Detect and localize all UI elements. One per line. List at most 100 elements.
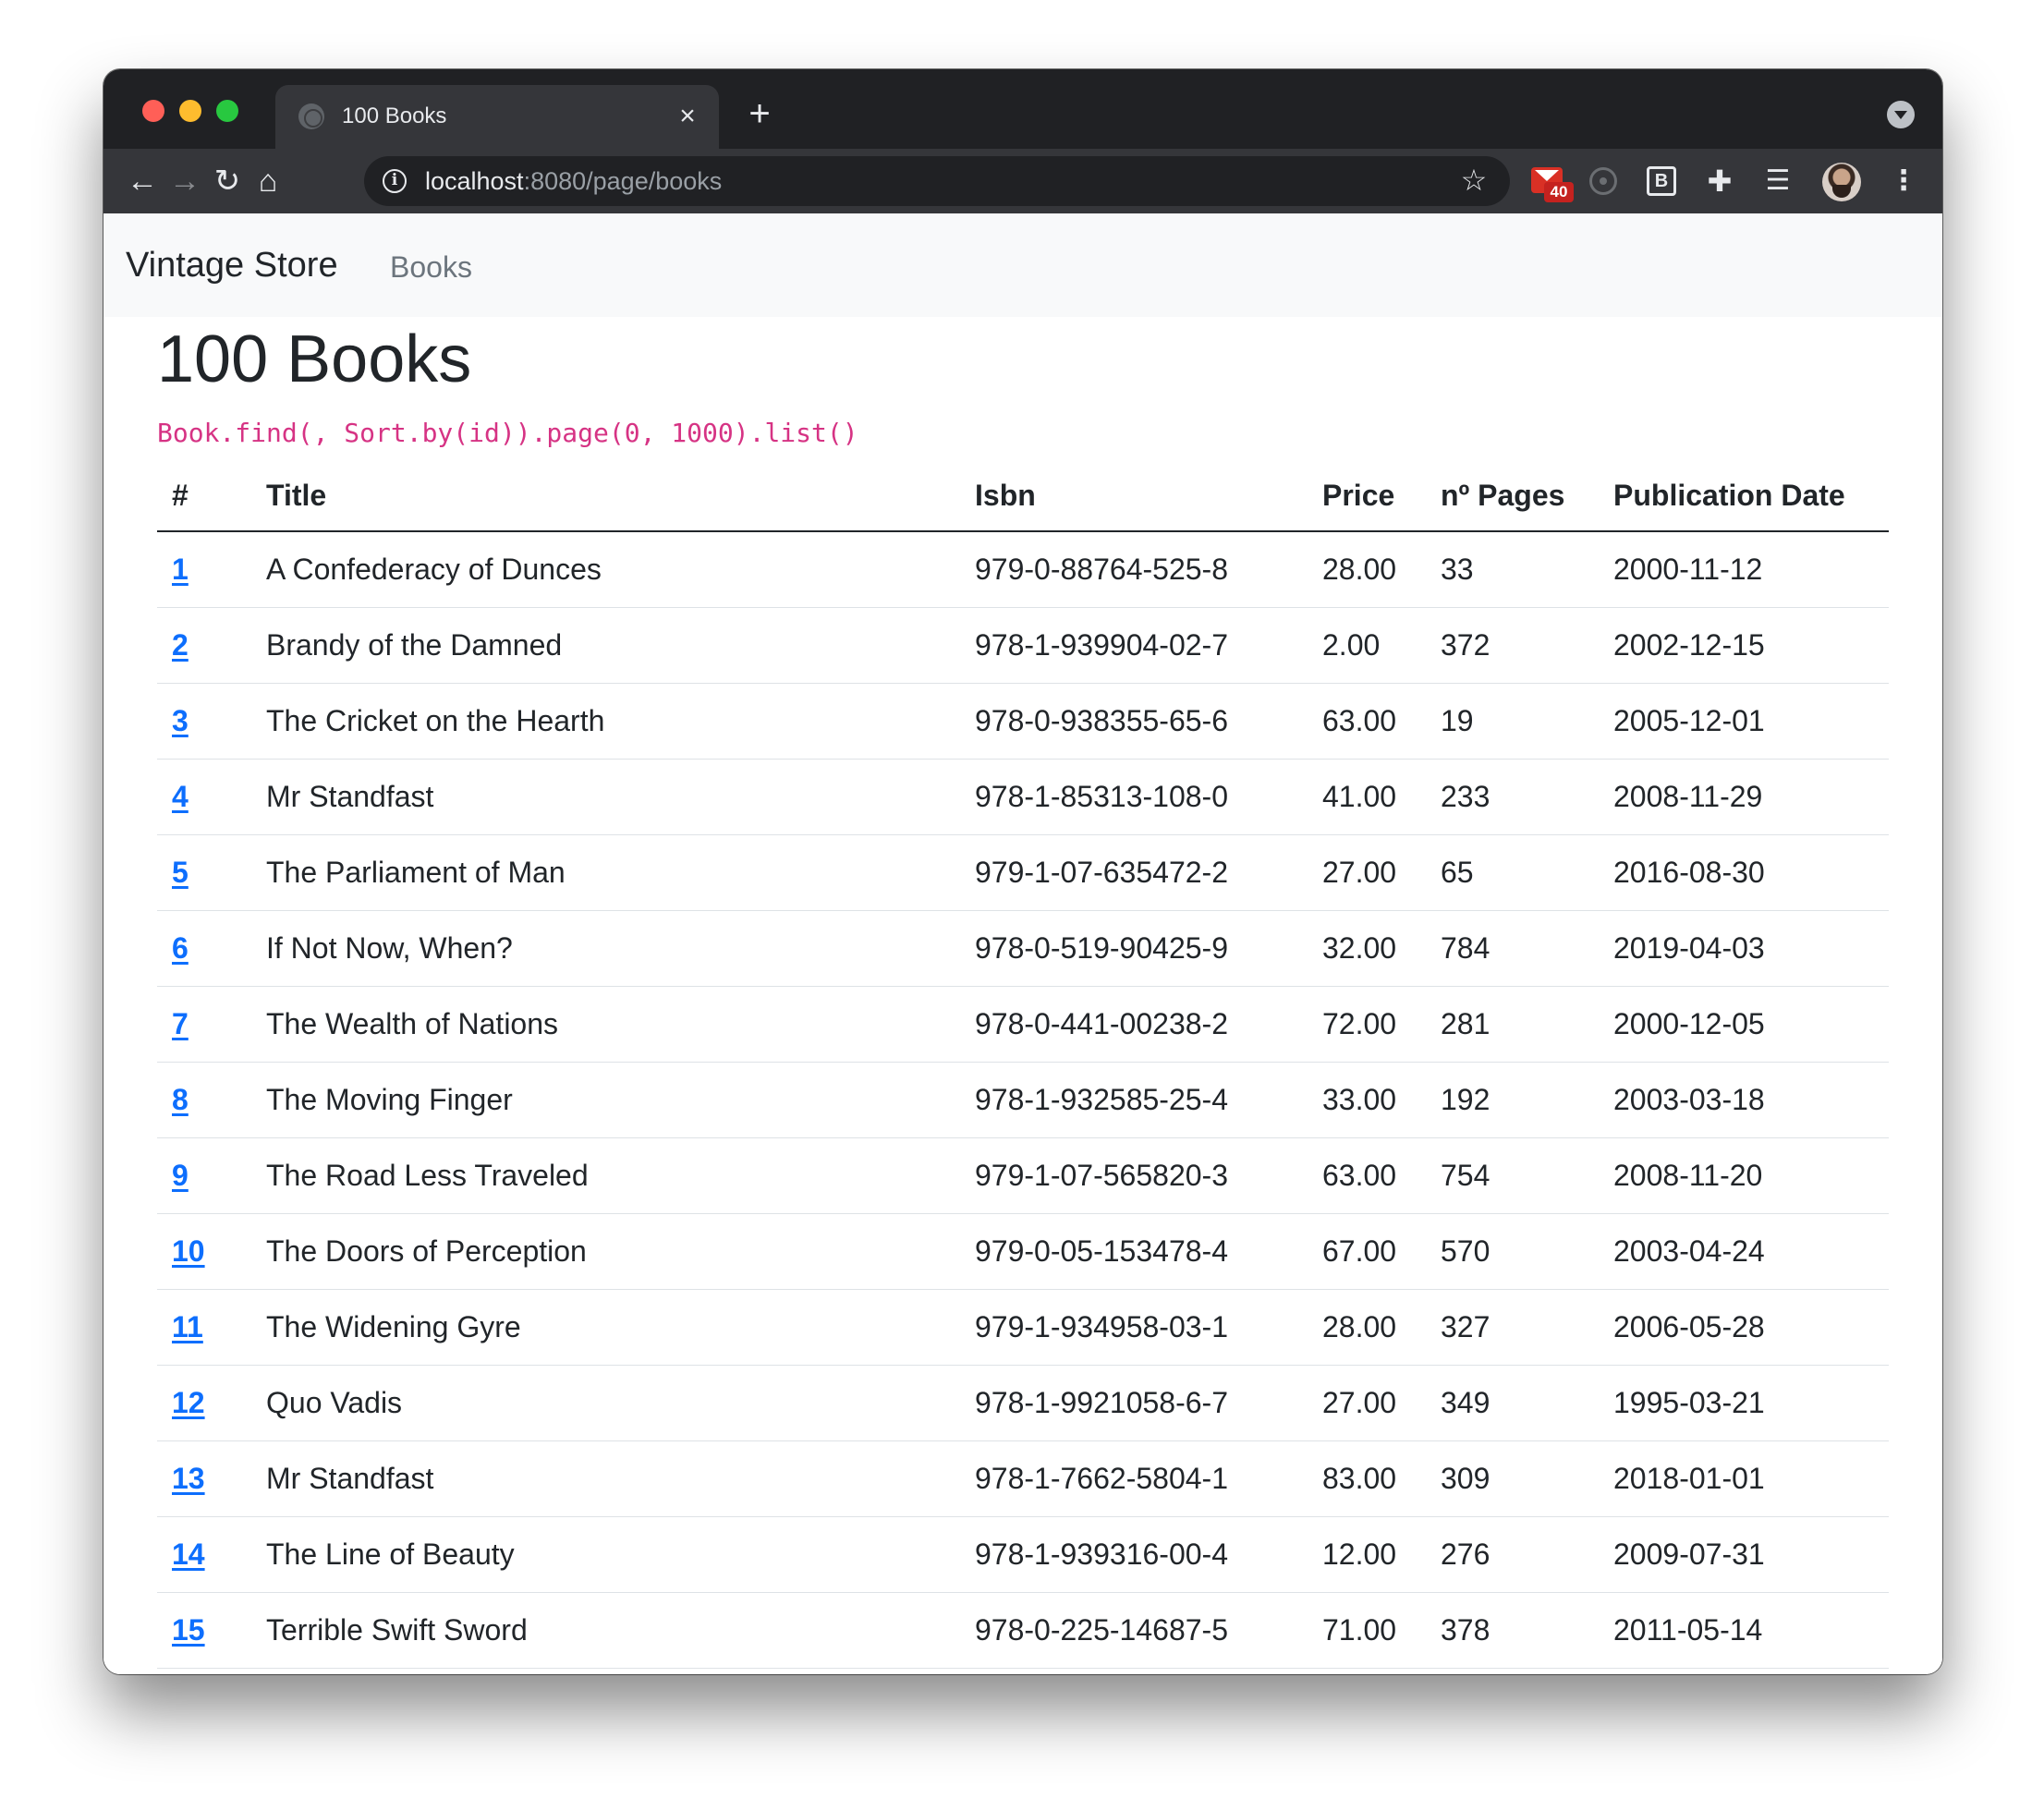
cell-pages: 233 [1426,759,1599,835]
cell-isbn: 978-1-85313-108-0 [960,759,1308,835]
cell-id: 9 [157,1137,251,1214]
tab-search-icon[interactable] [1887,101,1915,128]
table-row: 12 Quo Vadis 978-1-9921058-6-7 27.00 349 1995… [157,1365,1889,1441]
cell-id: 4 [157,759,251,835]
book-id-link[interactable]: 1 [172,553,189,586]
bookmark-star-icon[interactable]: ☆ [1458,164,1490,196]
book-id-link[interactable]: 2 [172,628,189,662]
cell-pages: 372 [1426,607,1599,684]
cell-date: 2016-08-30 [1599,834,1889,911]
book-id-link[interactable]: 14 [172,1538,205,1571]
cell-date: 2008-11-29 [1599,759,1889,835]
cell-price: 41.00 [1308,759,1426,835]
table-row: 9 The Road Less Traveled 979-1-07-565820-3… [157,1137,1889,1214]
new-tab-button[interactable]: + [741,95,778,134]
cell-date: 2003-04-24 [1599,1213,1889,1290]
table-row: 7 The Wealth of Nations 978-0-441-00238-2 7… [157,986,1889,1063]
gmail-extension-icon[interactable]: 40 [1531,167,1574,202]
cell-price: 32.00 [1308,910,1426,987]
cell-title: The Line of Beauty [251,1516,960,1593]
cell-date: 2002-12-15 [1599,607,1889,684]
col-header-isbn: Isbn [960,461,1308,532]
book-id-link[interactable]: 11 [172,1310,203,1343]
col-header-price: Price [1308,461,1426,532]
close-tab-icon[interactable]: × [673,102,702,131]
cell-price: 28.00 [1308,531,1426,608]
col-header-id: # [157,461,251,532]
cell-isbn: 979-1-07-565820-3 [960,1137,1308,1214]
book-id-link[interactable]: 7 [172,1007,189,1040]
cell-title: Terrible Swift Sword [251,1592,960,1669]
cell-price: 2.00 [1308,607,1426,684]
avatar[interactable] [1822,163,1861,201]
cell-date: 2000-11-12 [1599,531,1889,608]
cell-id: 14 [157,1516,251,1593]
cell-id: 13 [157,1440,251,1517]
cell-id: 2 [157,607,251,684]
cell-date: 2008-11-20 [1599,1137,1889,1214]
home-icon[interactable]: ⌂ [249,163,286,200]
cell-id: 8 [157,1062,251,1138]
back-arrow-icon[interactable]: ← [124,163,161,200]
table-row: 8 The Moving Finger 978-1-932585-25-4 33.00… [157,1062,1889,1138]
info-icon[interactable]: i [383,169,407,193]
book-id-link[interactable]: 3 [172,704,189,737]
table-row: 1 A Confederacy of Dunces 979-0-88764-525-… [157,531,1889,608]
cell-date: 2009-07-31 [1599,1516,1889,1593]
cell-title: A Confederacy of Dunces [251,531,960,608]
cell-pages: 378 [1426,1592,1599,1669]
cell-isbn: 978-1-939904-02-7 [960,607,1308,684]
cell-pages: 309 [1426,1440,1599,1517]
address-bar[interactable]: i localhost:8080/page/books ☆ [364,156,1510,206]
cell-isbn: 978-0-519-90425-9 [960,910,1308,987]
puzzle-icon[interactable]: ✚ [1704,165,1735,197]
book-id-link[interactable]: 13 [172,1462,205,1495]
book-id-link[interactable]: 6 [172,931,189,965]
media-control-icon[interactable]: ☰ [1760,165,1795,197]
globe-icon [298,103,324,129]
table-row: 13 Mr Standfast 978-1-7662-5804-1 83.00 309 2… [157,1440,1889,1517]
cell-title: The Moving Finger [251,1062,960,1138]
cell-id: 11 [157,1289,251,1366]
forward-arrow-icon[interactable]: → [166,163,203,200]
main-content: 100 Books Book.find(, Sort.by(id)).page(… [157,317,1889,1669]
cell-price: 72.00 [1308,986,1426,1063]
page-viewport: Vintage Store Books 100 Books Book.find(… [103,213,1942,1674]
cell-id: 1 [157,531,251,608]
cell-id: 7 [157,986,251,1063]
cell-title: The Cricket on the Hearth [251,683,960,760]
book-id-link[interactable]: 8 [172,1083,189,1116]
browser-window: 100 Books × + ← → ↻ ⌂ i localhost:8080/p… [103,69,1942,1674]
cell-title: Quo Vadis [251,1365,960,1441]
cell-title: Brandy of the Damned [251,607,960,684]
book-id-link[interactable]: 5 [172,856,189,889]
book-id-link[interactable]: 15 [172,1613,205,1647]
cell-pages: 33 [1426,531,1599,608]
cell-pages: 65 [1426,834,1599,911]
reload-icon[interactable]: ↻ [209,163,246,200]
cell-isbn: 979-0-88764-525-8 [960,531,1308,608]
book-id-link[interactable]: 10 [172,1234,205,1268]
cell-isbn: 978-1-7662-5804-1 [960,1440,1308,1517]
sync-extension-icon[interactable] [1589,167,1617,195]
b-extension-icon[interactable]: B [1647,166,1676,196]
minimize-window-button[interactable] [179,100,201,122]
navbar-brand[interactable]: Vintage Store [126,245,338,286]
cell-pages: 276 [1426,1516,1599,1593]
cell-pages: 327 [1426,1289,1599,1366]
cell-pages: 19 [1426,683,1599,760]
url-text[interactable]: localhost:8080/page/books [425,166,722,196]
nav-link-books[interactable]: Books [390,249,472,286]
cell-title: If Not Now, When? [251,910,960,987]
tab-title: 100 Books [342,103,447,128]
cell-title: The Doors of Perception [251,1213,960,1290]
book-id-link[interactable]: 12 [172,1386,205,1419]
more-vertical-icon[interactable]: ⋮ [1890,164,1917,198]
books-table: # Title Isbn Price nº Pages Publication Date … [157,461,1889,1669]
maximize-window-button[interactable] [216,100,238,122]
book-id-link[interactable]: 9 [172,1159,189,1192]
cell-isbn: 978-1-932585-25-4 [960,1062,1308,1138]
close-window-button[interactable] [142,100,164,122]
tab-books[interactable]: 100 Books × [275,85,719,149]
book-id-link[interactable]: 4 [172,780,189,813]
